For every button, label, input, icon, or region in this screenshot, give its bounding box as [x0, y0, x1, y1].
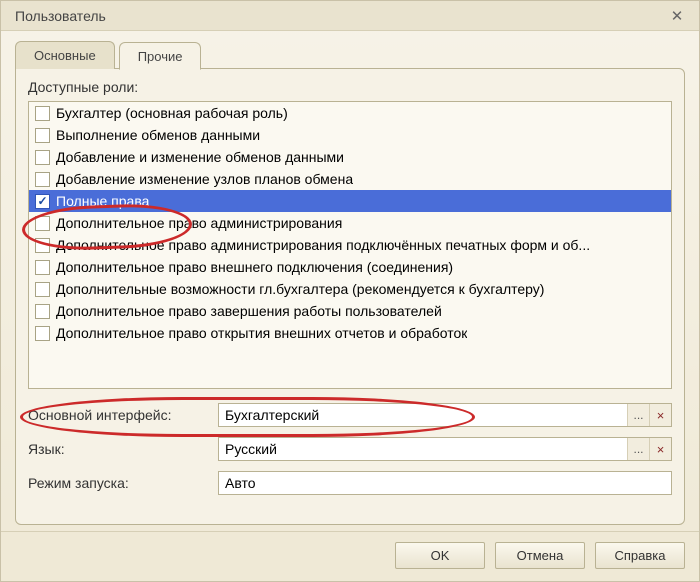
language-clear-button[interactable]: ×	[649, 438, 671, 460]
language-field[interactable]	[219, 438, 627, 460]
role-item[interactable]: Добавление изменение узлов планов обмена	[29, 168, 671, 190]
tab-other[interactable]: Прочие	[119, 42, 202, 70]
role-item[interactable]: Добавление и изменение обменов данными	[29, 146, 671, 168]
role-label: Дополнительное право внешнего подключени…	[56, 259, 453, 275]
role-checkbox[interactable]	[35, 172, 50, 187]
roles-label: Доступные роли:	[28, 79, 672, 95]
interface-clear-button[interactable]: ×	[649, 404, 671, 426]
user-settings-window: Пользователь ✕ Основные Прочие Доступные…	[0, 0, 700, 582]
role-label: Добавление изменение узлов планов обмена	[56, 171, 353, 187]
role-item[interactable]: Дополнительное право завершения работы п…	[29, 300, 671, 322]
tab-pane-other: Доступные роли: Бухгалтер (основная рабо…	[15, 68, 685, 525]
role-checkbox[interactable]	[35, 216, 50, 231]
row-language: Язык: ... ×	[28, 437, 672, 461]
role-item[interactable]: Дополнительное право администрирования п…	[29, 234, 671, 256]
role-item[interactable]: Выполнение обменов данными	[29, 124, 671, 146]
role-label: Добавление и изменение обменов данными	[56, 149, 344, 165]
button-bar: OK Отмена Справка	[1, 531, 699, 581]
row-launch-mode: Режим запуска:	[28, 471, 672, 495]
language-field-wrap: ... ×	[218, 437, 672, 461]
role-item[interactable]: Дополнительное право открытия внешних от…	[29, 322, 671, 344]
interface-label: Основной интерфейс:	[28, 407, 218, 423]
close-button[interactable]: ✕	[663, 5, 691, 27]
role-checkbox[interactable]: ✓	[35, 194, 50, 209]
role-item[interactable]: ✓ Полные права	[29, 190, 671, 212]
role-item[interactable]: Дополнительное право администрирования	[29, 212, 671, 234]
interface-field-wrap: ... ×	[218, 403, 672, 427]
tab-main[interactable]: Основные	[15, 41, 115, 69]
role-checkbox[interactable]	[35, 282, 50, 297]
role-checkbox[interactable]	[35, 150, 50, 165]
launch-field-wrap	[218, 471, 672, 495]
ok-button[interactable]: OK	[395, 542, 485, 569]
role-item[interactable]: Дополнительное право внешнего подключени…	[29, 256, 671, 278]
role-item[interactable]: Дополнительные возможности гл.бухгалтера…	[29, 278, 671, 300]
content-area: Основные Прочие Доступные роли: Бухгалте…	[1, 31, 699, 531]
language-label: Язык:	[28, 441, 218, 457]
role-checkbox[interactable]	[35, 304, 50, 319]
role-label: Полные права	[56, 193, 149, 209]
role-label: Бухгалтер (основная рабочая роль)	[56, 105, 288, 121]
window-title: Пользователь	[15, 8, 106, 24]
tab-strip: Основные Прочие	[15, 41, 685, 69]
row-main-interface: Основной интерфейс: ... ×	[28, 403, 672, 427]
roles-listbox[interactable]: Бухгалтер (основная рабочая роль) Выполне…	[28, 101, 672, 389]
role-label: Выполнение обменов данными	[56, 127, 260, 143]
role-item[interactable]: Бухгалтер (основная рабочая роль)	[29, 102, 671, 124]
language-select-button[interactable]: ...	[627, 438, 649, 460]
roles-list-wrap: Бухгалтер (основная рабочая роль) Выполне…	[28, 101, 672, 389]
role-checkbox[interactable]	[35, 238, 50, 253]
form-rows: Основной интерфейс: ... × Язык: ... ×	[28, 403, 672, 505]
interface-field[interactable]	[219, 404, 627, 426]
launch-field[interactable]	[219, 472, 671, 494]
role-label: Дополнительное право администрирования п…	[56, 237, 590, 253]
interface-select-button[interactable]: ...	[627, 404, 649, 426]
role-label: Дополнительное право открытия внешних от…	[56, 325, 467, 341]
help-button[interactable]: Справка	[595, 542, 685, 569]
close-icon: ✕	[671, 7, 684, 25]
role-label: Дополнительное право администрирования	[56, 215, 342, 231]
role-checkbox[interactable]	[35, 106, 50, 121]
titlebar: Пользователь ✕	[1, 1, 699, 31]
cancel-button[interactable]: Отмена	[495, 542, 585, 569]
role-label: Дополнительное право завершения работы п…	[56, 303, 442, 319]
role-label: Дополнительные возможности гл.бухгалтера…	[56, 281, 544, 297]
role-checkbox[interactable]	[35, 326, 50, 341]
launch-label: Режим запуска:	[28, 475, 218, 491]
role-checkbox[interactable]	[35, 260, 50, 275]
role-checkbox[interactable]	[35, 128, 50, 143]
